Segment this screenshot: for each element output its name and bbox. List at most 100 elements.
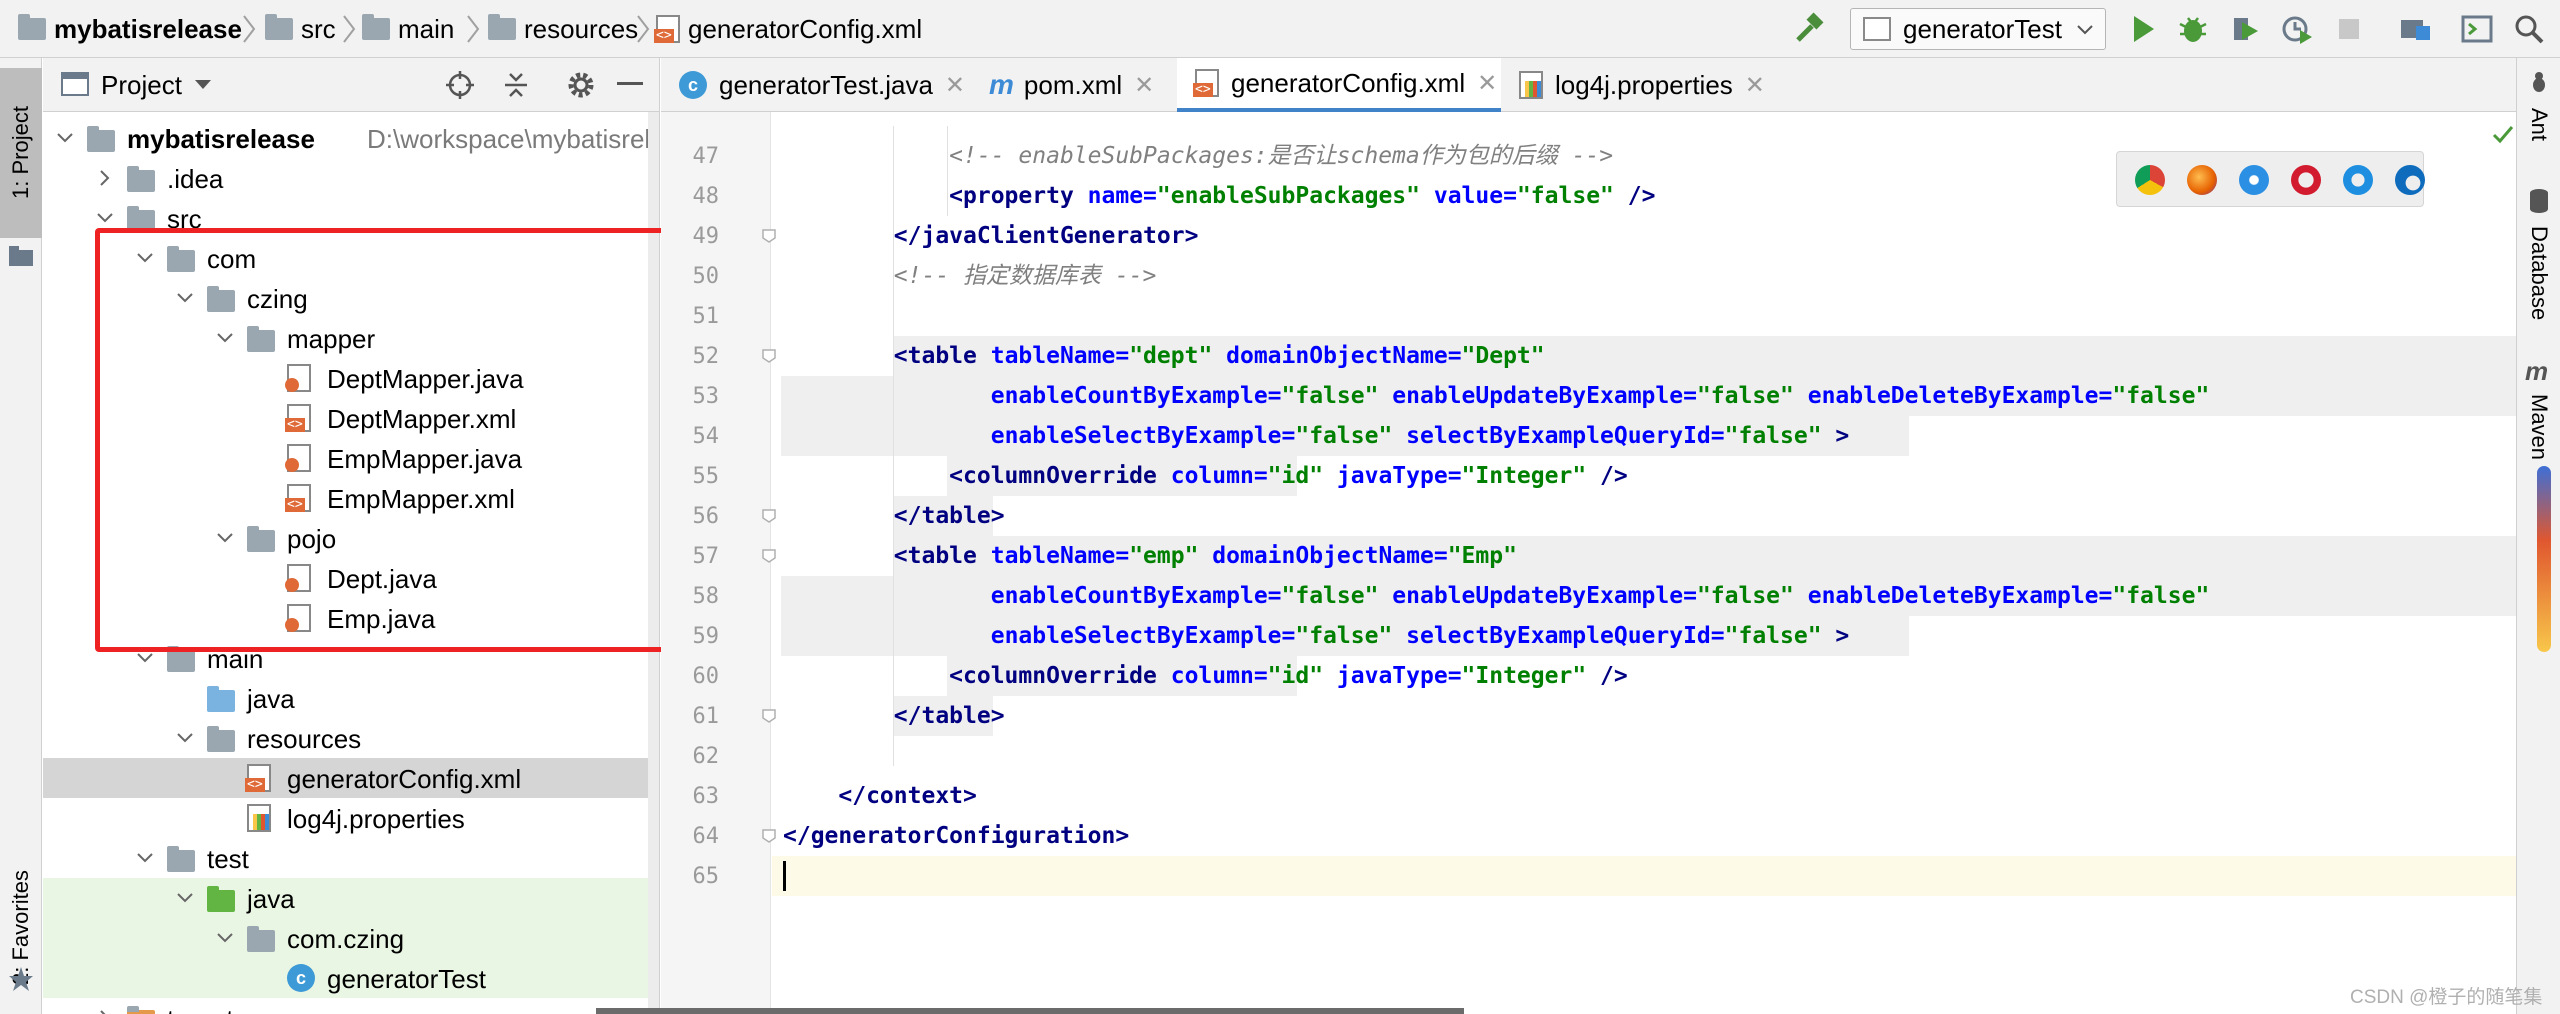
tree-row[interactable]: pojo — [43, 518, 659, 558]
tree-row[interactable]: c generatorTest — [43, 958, 659, 998]
opera-icon[interactable] — [2291, 165, 2321, 195]
tree-row[interactable]: EmpMapper.xml — [43, 478, 659, 518]
editor-scrollbar[interactable] — [2502, 112, 2516, 1014]
tree-row[interactable]: com — [43, 238, 659, 278]
minimize-icon[interactable] — [617, 82, 643, 88]
chevron-down-icon[interactable] — [175, 888, 195, 908]
tree-item-label: EmpMapper.java — [327, 444, 523, 474]
breadcrumb-main[interactable]: main — [362, 0, 454, 58]
project-structure-icon[interactable] — [2398, 12, 2432, 46]
chevron-right-icon[interactable] — [95, 168, 115, 188]
breadcrumb-src[interactable]: src — [265, 0, 336, 58]
tree-row[interactable]: DeptMapper.xml — [43, 398, 659, 438]
project-panel-title[interactable]: Project — [101, 70, 182, 101]
chevron-down-icon[interactable] — [215, 328, 235, 348]
chevron-down-icon[interactable] — [193, 78, 213, 92]
editor-tab[interactable]: c generatorTest.java ✕ — [661, 58, 971, 112]
database-tool-tab-label: Database — [2527, 226, 2552, 321]
tree-row[interactable]: Emp.java — [43, 598, 659, 638]
fold-marker-icon[interactable] — [761, 348, 777, 364]
tree-row[interactable]: Dept.java — [43, 558, 659, 598]
chevron-down-icon[interactable] — [215, 528, 235, 548]
editor-gutter: 47 48 49 50 51 52 53 54 55 56 57 58 59 60 61 62 63 64 65 — [661, 112, 776, 1014]
code-token: "enableSubPackages" — [1156, 183, 1434, 209]
tree-row[interactable]: com.czing — [43, 918, 659, 958]
safari-icon[interactable] — [2239, 165, 2269, 195]
locate-target-icon[interactable] — [445, 70, 475, 100]
fold-marker-icon[interactable] — [761, 708, 777, 724]
tree-row[interactable]: log4j.properties — [43, 798, 659, 838]
chevron-down-icon[interactable] — [95, 208, 115, 228]
edge-icon[interactable] — [2395, 165, 2425, 195]
breadcrumb-mybatisrelease[interactable]: mybatisrelease — [18, 0, 242, 58]
close-icon[interactable]: ✕ — [1134, 71, 1154, 100]
line-number: 62 — [692, 744, 720, 769]
project-tree-scrollbar[interactable] — [648, 112, 659, 1014]
tree-row[interactable]: DeptMapper.java — [43, 358, 659, 398]
tree-row[interactable]: czing — [43, 278, 659, 318]
terminal-icon[interactable] — [2460, 12, 2494, 46]
breadcrumb-resources[interactable]: resources — [488, 0, 638, 58]
firefox-icon[interactable] — [2187, 165, 2217, 195]
project-tool-tab[interactable]: 1: Project — [0, 68, 42, 238]
run-with-coverage-icon[interactable] — [2228, 12, 2262, 46]
build-hammer-icon[interactable] — [1792, 12, 1826, 46]
tree-row[interactable]: target — [43, 998, 659, 1014]
tree-row[interactable]: java — [43, 678, 659, 718]
tree-row[interactable]: src — [43, 198, 659, 238]
tree-row[interactable]: main — [43, 638, 659, 678]
breadcrumb-generatorconfig[interactable]: generatorConfig.xml — [654, 0, 922, 58]
xml-file-icon — [245, 764, 271, 792]
horizontal-scrollbar[interactable] — [596, 1008, 1464, 1014]
run-configuration-selector[interactable]: generatorTest — [1850, 8, 2106, 50]
chrome-icon[interactable] — [2135, 165, 2165, 195]
java-file-icon — [285, 564, 311, 592]
tree-item-label: src — [167, 204, 202, 234]
chevron-right-icon[interactable] — [95, 1008, 115, 1014]
ie-icon[interactable] — [2343, 165, 2373, 195]
close-icon[interactable]: ✕ — [945, 71, 965, 100]
tree-row[interactable]: mybatisrelease D:\workspace\mybatisreleas — [43, 118, 659, 158]
editor-tab[interactable]: m pom.xml ✕ — [971, 58, 1177, 112]
fold-marker-icon[interactable] — [761, 828, 777, 844]
line-number: 52 — [692, 344, 720, 369]
tree-row[interactable]: EmpMapper.java — [43, 438, 659, 478]
tree-row[interactable]: java — [43, 878, 659, 918]
maven-icon: m — [989, 69, 1014, 100]
code-token: enableCountByExample= — [990, 583, 1282, 609]
close-icon[interactable]: ✕ — [1477, 69, 1497, 98]
tree-row[interactable]: test — [43, 838, 659, 878]
fold-marker-icon[interactable] — [761, 508, 777, 524]
gear-icon[interactable] — [565, 69, 597, 101]
code-token: enableUpdateByExample= — [1392, 583, 1697, 609]
chevron-down-icon[interactable] — [175, 728, 195, 748]
ant-tool-tab[interactable]: Ant — [2517, 68, 2560, 188]
chevron-down-icon[interactable] — [135, 648, 155, 668]
chevron-down-icon[interactable] — [55, 128, 75, 148]
fold-marker-icon[interactable] — [761, 228, 777, 244]
chevron-down-icon[interactable] — [135, 248, 155, 268]
code-token: <!-- enableSubPackages:是否让schema作为包的后缀 -… — [783, 143, 1614, 169]
code-token: "false" — [1295, 423, 1407, 449]
tree-row[interactable]: generatorConfig.xml — [43, 758, 659, 798]
fold-marker-icon[interactable] — [761, 548, 777, 564]
chevron-down-icon[interactable] — [175, 288, 195, 308]
tree-row[interactable]: .idea — [43, 158, 659, 198]
tree-row[interactable]: mapper — [43, 318, 659, 358]
profile-icon[interactable] — [2280, 12, 2314, 46]
editor-tab[interactable]: generatorConfig.xml ✕ — [1177, 58, 1501, 112]
close-icon[interactable]: ✕ — [1745, 71, 1765, 100]
chevron-down-icon[interactable] — [135, 848, 155, 868]
run-icon[interactable] — [2126, 12, 2160, 46]
debug-icon[interactable] — [2176, 12, 2210, 46]
chevron-down-icon[interactable] — [215, 928, 235, 948]
tree-row[interactable]: resources — [43, 718, 659, 758]
editor-tab[interactable]: log4j.properties ✕ — [1501, 58, 1801, 112]
star-icon[interactable] — [8, 966, 34, 992]
code-line: </context> — [783, 776, 976, 816]
search-everywhere-icon[interactable] — [2512, 12, 2546, 46]
class-icon: c — [287, 964, 315, 992]
collapse-all-icon[interactable] — [501, 70, 531, 100]
stop-icon[interactable] — [2332, 12, 2366, 46]
